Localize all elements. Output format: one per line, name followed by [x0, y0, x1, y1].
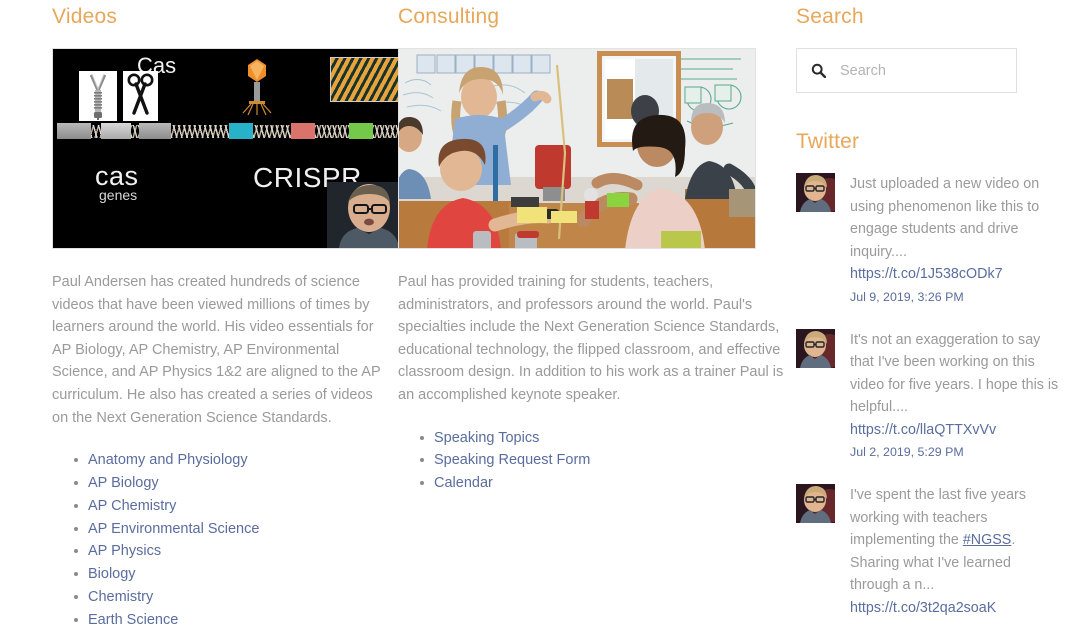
crispr-slide-artwork: Cas cas genes CRISPR: [53, 49, 409, 248]
consulting-link[interactable]: Calendar: [434, 475, 493, 491]
consulting-column: Consulting Paul has provided training fo…: [398, 0, 796, 495]
magnifier-glyph: [811, 63, 826, 78]
search-icon: [811, 63, 826, 78]
tweet-url[interactable]: https://t.co/1J538cODk7: [850, 263, 1061, 286]
videos-link[interactable]: AP Environmental Science: [88, 521, 259, 537]
tweet-url[interactable]: https://t.co/llaQTTXvVv: [850, 419, 1061, 442]
twitter-heading: Twitter: [796, 130, 860, 153]
list-item: Speaking Topics: [420, 427, 784, 450]
videos-link[interactable]: Earth Science: [88, 612, 178, 628]
crispr-label-genes: genes: [99, 187, 138, 203]
consulting-link-list: Speaking Topics Speaking Request Form Ca…: [398, 427, 784, 495]
tweet-text: I've spent the last five years working w…: [850, 484, 1061, 597]
tweet-text: Just uploaded a new video on using pheno…: [850, 176, 1040, 260]
tweet-item: I've spent the last five years working w…: [796, 484, 1061, 619]
avatar[interactable]: [796, 173, 835, 212]
list-item: Calendar: [420, 472, 784, 495]
tweet-text: It's not an exaggeration to say that I'v…: [850, 331, 1059, 416]
videos-link[interactable]: AP Biology: [88, 475, 159, 491]
tweet-item: Just uploaded a new video on using pheno…: [796, 173, 1061, 307]
videos-thumbnail[interactable]: Cas cas genes CRISPR: [52, 48, 410, 249]
list-item: Biology: [74, 563, 386, 586]
workshop-photo-svg: [399, 49, 755, 248]
videos-link[interactable]: Chemistry: [88, 589, 153, 605]
tweet-date[interactable]: Jul 9, 2019, 3:26 PM: [850, 287, 1061, 307]
crispr-dna-array: [57, 121, 407, 141]
list-item: Anatomy and Physiology: [74, 449, 386, 472]
tweet-body: It's not an exaggeration to say that I'v…: [850, 329, 1061, 463]
zipper-icon: [89, 73, 107, 120]
videos-column: Videos Cas cas genes CRISPR Paul Anderse…: [0, 0, 410, 632]
consulting-paragraph: Paul has provided training for students,…: [398, 274, 784, 403]
videos-heading: Videos: [52, 5, 118, 28]
scissors-card-icon: [123, 71, 158, 121]
consulting-link[interactable]: Speaking Request Form: [434, 452, 590, 468]
page-root: Videos Cas cas genes CRISPR Paul Anderse…: [0, 0, 1080, 632]
list-item: AP Biology: [74, 472, 386, 495]
bacteria-micrograph: [330, 57, 405, 102]
sidebar-column: Search Twitter: [796, 0, 1078, 632]
list-item: Chemistry: [74, 586, 386, 609]
tweet-date[interactable]: Jul 2, 2019, 5:29 PM: [850, 442, 1061, 462]
avatar-photo: [796, 173, 835, 212]
workshop-photo: [399, 49, 755, 248]
consulting-link[interactable]: Speaking Topics: [434, 430, 539, 446]
consulting-heading: Consulting: [398, 5, 500, 28]
search-input[interactable]: [838, 61, 1029, 80]
tweet-body: Just uploaded a new video on using pheno…: [850, 173, 1061, 307]
tweet-item: It's not an exaggeration to say that I'v…: [796, 328, 1061, 463]
search-box[interactable]: [796, 48, 1029, 93]
presenter-inset: [327, 182, 409, 248]
list-item: AP Environmental Science: [74, 518, 386, 541]
tweet-hashtag[interactable]: #NGSS: [963, 532, 1011, 548]
videos-link[interactable]: Biology: [88, 566, 136, 582]
consulting-photo[interactable]: [398, 48, 756, 249]
tweet-body: I've spent the last five years working w…: [850, 484, 1061, 619]
presenter-photo: [327, 182, 409, 248]
videos-link[interactable]: Anatomy and Physiology: [88, 452, 248, 468]
search-heading: Search: [796, 5, 864, 28]
scissors-icon: [127, 73, 154, 115]
list-item: Earth Science: [74, 609, 386, 632]
list-item: AP Chemistry: [74, 495, 386, 518]
avatar-photo: [796, 484, 835, 523]
avatar-photo: [796, 328, 835, 368]
videos-link[interactable]: AP Chemistry: [88, 498, 176, 514]
bacteriophage-icon: [239, 57, 275, 119]
list-item: AP Physics: [74, 540, 386, 563]
avatar[interactable]: [796, 328, 835, 368]
tweet-url[interactable]: https://t.co/3t2qa2soaK: [850, 597, 1061, 620]
videos-link[interactable]: AP Physics: [88, 543, 161, 559]
list-item: Speaking Request Form: [420, 449, 784, 472]
avatar[interactable]: [796, 484, 835, 523]
zipper-card-icon: [79, 71, 117, 121]
videos-link-list: Anatomy and Physiology AP Biology AP Che…: [52, 449, 386, 631]
phage-svg: [242, 59, 272, 116]
videos-paragraph: Paul Andersen has created hundreds of sc…: [52, 274, 381, 426]
